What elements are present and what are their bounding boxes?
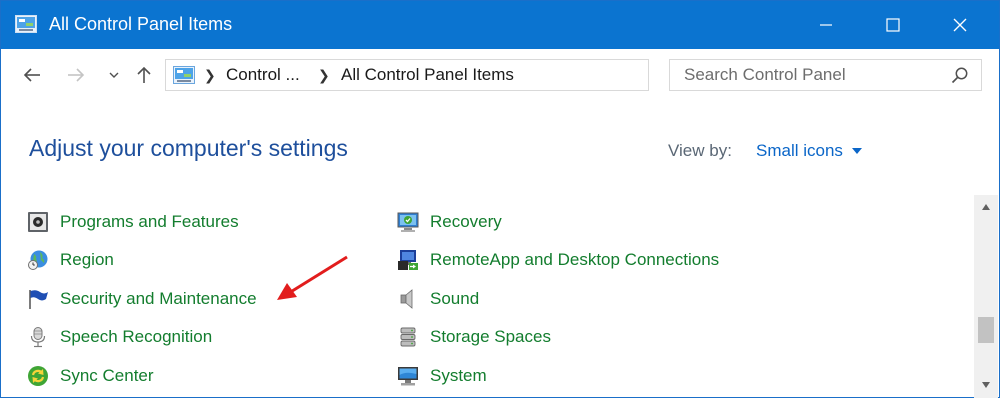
item-label: Speech Recognition: [60, 327, 213, 346]
caret-down-icon: [851, 148, 862, 154]
chevron-down-icon: [109, 72, 119, 78]
view-by-dropdown[interactable]: Small icons: [756, 141, 863, 161]
vertical-scrollbar[interactable]: [974, 195, 998, 398]
computer-icon: [397, 365, 419, 387]
title-bar[interactable]: All Control Panel Items: [1, 1, 999, 49]
up-button[interactable]: [131, 61, 157, 89]
remote-desktop-icon: [397, 249, 419, 271]
storage-icon: [397, 326, 419, 348]
breadcrumb-separator-icon[interactable]: ❯: [204, 67, 216, 84]
speaker-icon: [397, 288, 419, 310]
item-label: System: [430, 366, 487, 385]
list-item-sound[interactable]: Sound: [397, 286, 479, 312]
address-bar[interactable]: ❯ Control ... ❯ All Control Panel Items: [165, 59, 806, 91]
forward-arrow-icon: [68, 68, 85, 82]
close-icon: [953, 18, 967, 32]
breadcrumb-item[interactable]: Control ...: [226, 65, 300, 85]
breadcrumb-separator-icon[interactable]: ❯: [318, 67, 330, 84]
up-arrow-icon: [137, 66, 151, 83]
control-panel-icon: [15, 15, 37, 33]
search-icon[interactable]: [950, 66, 970, 86]
breadcrumb-item[interactable]: All Control Panel Items: [341, 65, 514, 85]
search-box[interactable]: [669, 59, 982, 91]
window-title: All Control Panel Items: [49, 14, 233, 34]
list-item-sync-center[interactable]: Sync Center: [27, 363, 154, 389]
item-label: Sync Center: [60, 366, 154, 385]
annotation-arrow-icon: [277, 255, 348, 300]
list-item-remoteapp-and-desktop-connections[interactable]: RemoteApp and Desktop Connections: [397, 247, 719, 273]
minimize-icon: [820, 24, 832, 26]
view-by-label: View by:: [668, 141, 732, 160]
region-globe-icon: [27, 249, 49, 271]
sync-icon: [27, 365, 49, 387]
list-item-programs-and-features[interactable]: Programs and Features: [27, 209, 239, 235]
list-item-region[interactable]: Region: [27, 247, 114, 273]
scroll-down-icon[interactable]: [981, 381, 991, 389]
maximize-icon: [886, 18, 900, 32]
close-button[interactable]: [927, 1, 993, 49]
list-item-storage-spaces[interactable]: Storage Spaces: [397, 324, 551, 350]
page-title: Adjust your computer's settings: [29, 135, 348, 161]
search-input[interactable]: [670, 60, 940, 90]
scrollbar-thumb[interactable]: [978, 317, 994, 343]
scroll-up-icon[interactable]: [981, 203, 991, 211]
item-label: Recovery: [430, 212, 502, 231]
list-item-system[interactable]: System: [397, 363, 487, 389]
back-button[interactable]: [19, 61, 45, 89]
programs-features-icon: [27, 211, 49, 233]
recent-locations-button[interactable]: [105, 61, 123, 89]
navigation-bar: ❯ Control ... ❯ All Control Panel Items: [1, 49, 999, 101]
item-label: Storage Spaces: [430, 327, 551, 346]
view-by-value: Small icons: [756, 141, 843, 160]
list-item-security-and-maintenance[interactable]: Security and Maintenance: [27, 286, 257, 312]
recovery-icon: [397, 211, 419, 233]
forward-button[interactable]: [63, 61, 89, 89]
minimize-button[interactable]: [793, 1, 859, 49]
control-panel-window: All Control Panel Items ❯ Control ... ❯ …: [0, 0, 1000, 398]
item-label: Programs and Features: [60, 212, 239, 231]
item-label: Sound: [430, 289, 480, 308]
list-item-recovery[interactable]: Recovery: [397, 209, 502, 235]
list-item-speech-recognition[interactable]: Speech Recognition: [27, 324, 212, 350]
item-label: Region: [60, 250, 114, 269]
item-label: RemoteApp and Desktop Connections: [430, 250, 720, 269]
control-panel-icon: [173, 66, 195, 84]
microphone-icon: [27, 326, 49, 348]
flag-icon: [27, 288, 49, 310]
item-label: Security and Maintenance: [60, 289, 257, 308]
back-arrow-icon: [23, 68, 40, 82]
maximize-button[interactable]: [860, 1, 926, 49]
